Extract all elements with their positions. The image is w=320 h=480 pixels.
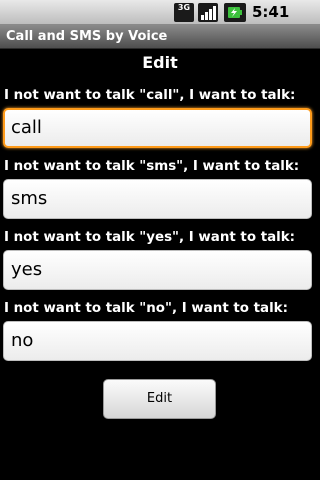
network-label: 3G [177,3,191,12]
status-bar: 3G 5:41 PM [0,0,320,46]
app-screen: 3G 5:41 PM Call and SMS by Voice Edit I … [0,0,320,480]
signal-icon [198,3,218,22]
call-input[interactable]: call [3,108,312,148]
clock: 5:41 PM [252,3,290,46]
title-bar: Call and SMS by Voice [0,25,320,49]
battery-icon [224,3,246,22]
no-input[interactable]: no [3,321,312,361]
3g-icon: 3G [174,3,194,22]
page-title: Edit [142,53,178,72]
no-field-label: I not want to talk "no", I want to talk: [4,301,288,316]
call-field-label: I not want to talk "call", I want to tal… [4,88,296,103]
sms-input[interactable]: sms [3,179,312,219]
app-title: Call and SMS by Voice [6,29,168,44]
edit-button[interactable]: Edit [103,379,216,419]
sms-field-label: I not want to talk "sms", I want to talk… [4,159,300,174]
yes-field-label: I not want to talk "yes", I want to talk… [4,230,295,245]
yes-input[interactable]: yes [3,250,312,290]
